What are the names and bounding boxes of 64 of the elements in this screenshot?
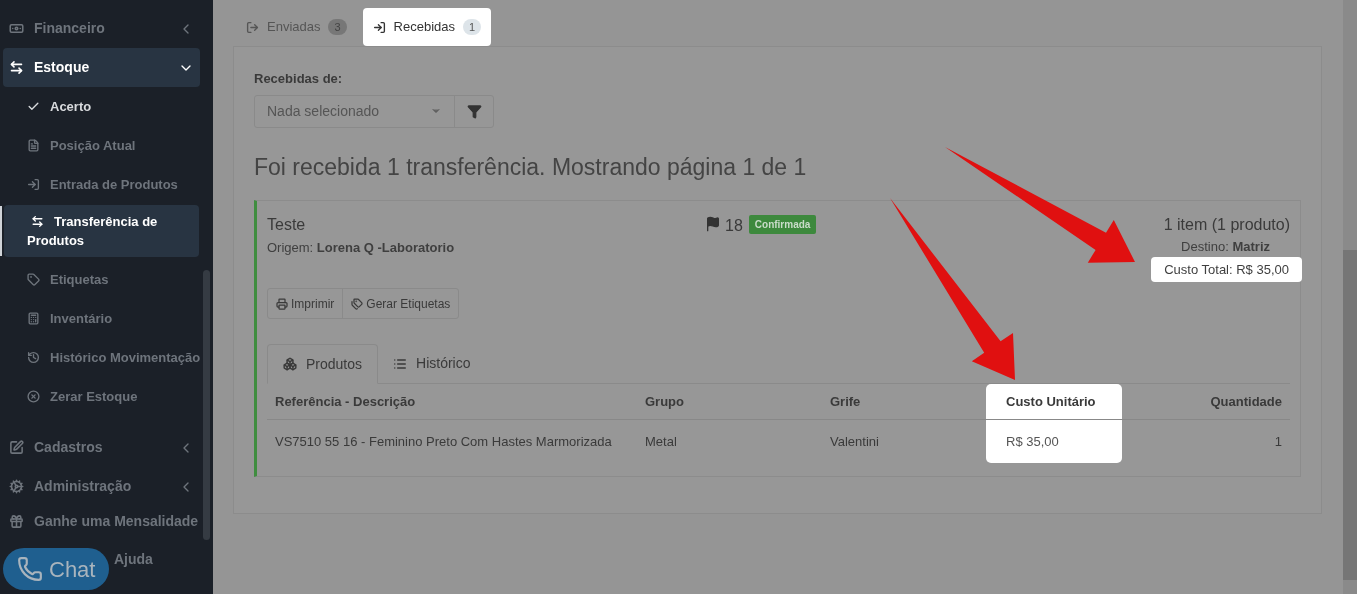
tab[interactable]: Produtos	[267, 344, 379, 384]
table-cell-text: Valentini	[829, 432, 880, 451]
filter-icon	[466, 103, 482, 119]
tab[interactable]: Recebidas 1	[362, 8, 492, 46]
item-summary: 1 item (1 produto)	[1163, 215, 1290, 235]
history-icon	[27, 351, 40, 364]
column-header: Grupo	[637, 384, 822, 420]
submenu-item[interactable]: Inventário	[4, 299, 199, 338]
arrows-icon	[31, 215, 44, 228]
printer-icon	[276, 297, 288, 310]
banknote-icon	[9, 21, 24, 36]
results-heading: Foi recebida 1 transferência. Mostrando página 1 de 1	[254, 152, 808, 182]
arrows-icon	[9, 60, 24, 75]
action-button[interactable]: Gerar Etiquetas	[342, 289, 459, 318]
table-cell-text: Metal	[644, 432, 678, 451]
sidebar-item[interactable]: Financeiro	[3, 9, 200, 48]
table-cell: R$ 35,00	[986, 420, 1122, 463]
sidebar-item[interactable]: Ajuda	[108, 543, 200, 575]
sidebar-item[interactable]: Cadastros	[3, 428, 200, 467]
submenu-item[interactable]: Posição Atual	[4, 126, 199, 165]
sign-in-icon	[372, 20, 386, 34]
table-cell-text: 1	[1273, 432, 1283, 451]
list-icon	[393, 356, 408, 371]
tags-icon	[351, 297, 364, 310]
submenu-item[interactable]: Acerto	[4, 87, 199, 126]
count-badge: 1	[463, 18, 482, 36]
total-cost: Custo Total: R$ 35,00	[1151, 256, 1302, 282]
origin-value: Lorena Q -Laboratorio	[316, 240, 455, 255]
action-button[interactable]: Imprimir	[268, 289, 343, 318]
submenu-item[interactable]: Entrada de Produtos	[4, 165, 199, 204]
check-icon	[27, 100, 40, 113]
x-circle-icon	[27, 390, 40, 403]
sign-out-icon	[246, 20, 259, 34]
column-header: Quantidade	[1122, 384, 1290, 420]
sidebar-item[interactable]: Administração	[3, 467, 200, 506]
column-header: Referência - Descrição	[267, 384, 637, 420]
sign-in-icon	[27, 178, 40, 191]
filter-label: Recebidas de:	[254, 70, 344, 88]
submenu-item[interactable]: Zerar Estoque	[4, 377, 199, 416]
document-icon	[27, 139, 40, 152]
table-cell-text: VS7510 55 16 - Feminino Preto Com Hastes Marmorizada	[274, 432, 613, 451]
tab-label: Recebidas	[393, 18, 456, 37]
sidebar-item[interactable]: Estoque	[3, 48, 200, 87]
sidebar-item[interactable]: Ganhe uma Mensalidade	[3, 507, 200, 535]
destination-value: Matriz	[1232, 239, 1270, 254]
submenu-item[interactable]: Histórico Movimentação	[4, 338, 199, 377]
tag-icon	[27, 273, 40, 286]
submenu-item[interactable]: Transferência de Produtos	[4, 205, 199, 257]
cubes-icon	[283, 357, 297, 371]
chat-button[interactable]: Chat	[3, 548, 109, 590]
transfer-title: Teste	[267, 215, 307, 235]
column-header: Custo Unitário	[986, 384, 1122, 420]
destination-label: Destino:	[1181, 239, 1230, 254]
flag-count: 18	[725, 216, 743, 236]
tab[interactable]: Histórico	[378, 344, 486, 383]
status-badge: Confirmada	[748, 215, 817, 234]
gift-icon	[9, 513, 24, 529]
tab-label: Enviadas	[267, 18, 321, 37]
calculator-icon	[27, 312, 40, 325]
select-value: Nada selecionado	[267, 101, 380, 121]
flag-icon	[705, 216, 721, 232]
edit-icon	[9, 440, 24, 455]
submenu-item[interactable]: Etiquetas	[4, 260, 199, 299]
origin-label: Origem:	[267, 240, 315, 255]
